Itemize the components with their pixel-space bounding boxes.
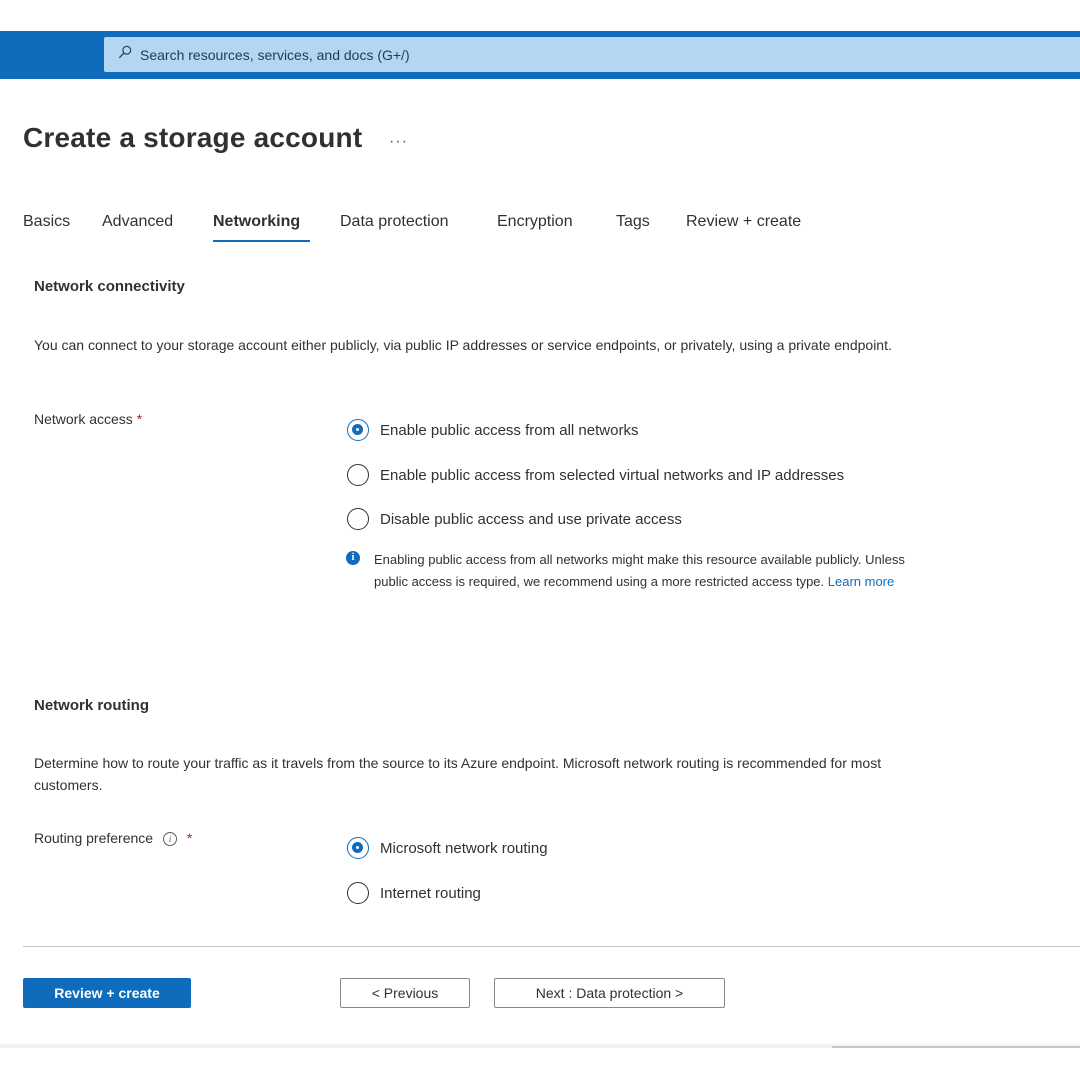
- info-icon: i: [346, 551, 360, 565]
- network-routing-heading: Network routing: [34, 697, 149, 714]
- radio-enable-public-selected-networks[interactable]: Enable public access from selected virtu…: [347, 464, 844, 486]
- learn-more-link[interactable]: Learn more: [828, 574, 894, 589]
- radio-selected-indicator[interactable]: [347, 419, 369, 441]
- routing-preference-label: Routing preference i *: [34, 830, 192, 846]
- page-title: Create a storage account: [23, 122, 363, 153]
- network-connectivity-description: You can connect to your storage account …: [34, 337, 892, 353]
- radio-enable-public-all-networks[interactable]: Enable public access from all networks: [347, 419, 638, 441]
- info-message-body: Enabling public access from all networks…: [374, 552, 905, 589]
- more-options-icon[interactable]: ···: [389, 133, 408, 151]
- tab-tags[interactable]: Tags: [616, 213, 650, 231]
- info-tooltip-icon[interactable]: i: [162, 832, 177, 846]
- tab-advanced[interactable]: Advanced: [102, 213, 173, 231]
- radio-label: Internet routing: [380, 884, 481, 902]
- network-connectivity-heading: Network connectivity: [34, 278, 185, 295]
- network-routing-description: Determine how to route your traffic as i…: [34, 755, 882, 793]
- radio-label: Microsoft network routing: [380, 839, 548, 857]
- tab-review-create[interactable]: Review + create: [686, 213, 801, 231]
- radio-internet-routing[interactable]: Internet routing: [347, 882, 481, 904]
- radio-disable-public-access[interactable]: Disable public access and use private ac…: [347, 508, 682, 530]
- radio-microsoft-network-routing[interactable]: Microsoft network routing: [347, 837, 548, 859]
- active-tab-indicator: [213, 240, 310, 242]
- radio-label: Enable public access from selected virtu…: [380, 466, 845, 484]
- review-create-button[interactable]: Review + create: [23, 978, 191, 1008]
- radio-unselected-indicator[interactable]: [347, 882, 369, 904]
- radio-label: Enable public access from all networks: [380, 421, 639, 439]
- routing-preference-label-text: Routing preference: [34, 830, 154, 846]
- tab-basics[interactable]: Basics: [23, 213, 70, 231]
- horizontal-scrollbar-thumb[interactable]: [832, 1046, 1080, 1048]
- tab-data-protection[interactable]: Data protection: [340, 213, 449, 231]
- search-icon: [118, 45, 132, 64]
- tab-networking[interactable]: Networking: [213, 213, 300, 231]
- search-input[interactable]: [140, 39, 1040, 70]
- next-data-protection-button[interactable]: Next : Data protection >: [494, 978, 725, 1008]
- create-storage-account-page: Create a storage account ··· Basics Adva…: [0, 0, 1080, 1080]
- network-access-label-text: Network access: [34, 411, 133, 427]
- radio-label: Disable public access and use private ac…: [380, 510, 682, 528]
- tab-encryption[interactable]: Encryption: [497, 213, 573, 231]
- footer-divider: [23, 946, 1080, 947]
- global-search-box[interactable]: [104, 37, 1080, 72]
- network-access-label: Network access *: [34, 411, 142, 427]
- radio-unselected-indicator[interactable]: [347, 464, 369, 486]
- required-marker: *: [186, 830, 193, 846]
- required-marker: *: [136, 411, 143, 427]
- public-access-info-message: i Enabling public access from all networ…: [346, 549, 916, 593]
- radio-selected-indicator[interactable]: [347, 837, 369, 859]
- info-message-text: Enabling public access from all networks…: [374, 549, 916, 593]
- radio-unselected-indicator[interactable]: [347, 508, 369, 530]
- previous-button[interactable]: < Previous: [340, 978, 470, 1008]
